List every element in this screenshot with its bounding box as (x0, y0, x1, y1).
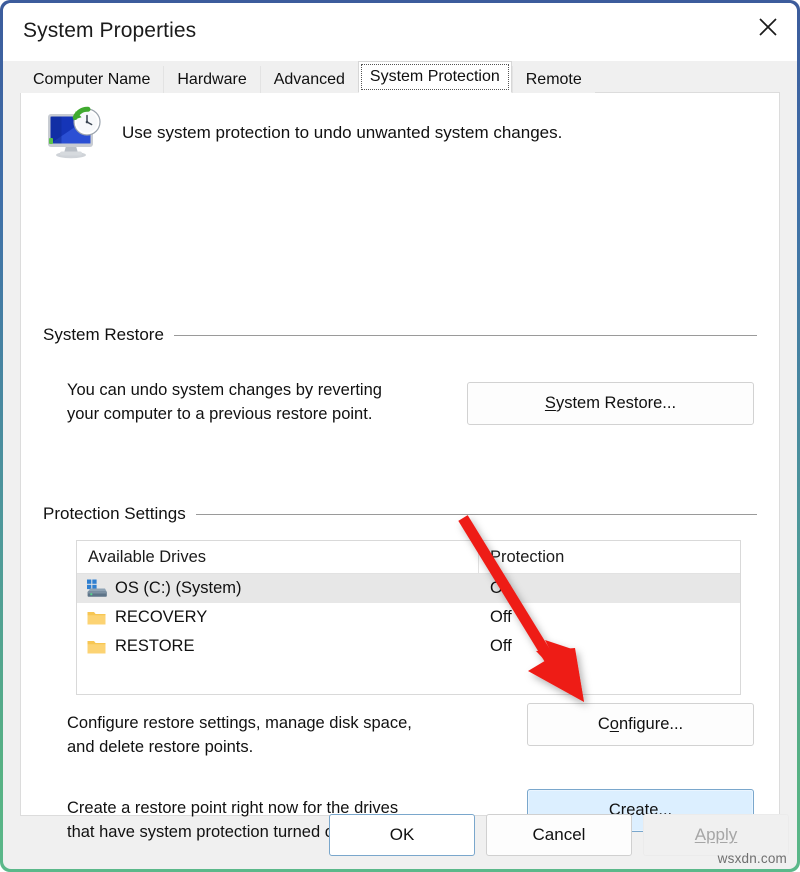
protection-state: Off (490, 637, 512, 655)
group-divider (173, 334, 757, 336)
tab-remote[interactable]: Remote (511, 66, 595, 93)
windows-drive-icon (86, 579, 108, 599)
table-row[interactable]: OS (C:) (System) On (77, 574, 740, 603)
tab-label: Hardware (177, 70, 247, 88)
column-header-protection[interactable]: Protection (479, 541, 740, 573)
group-protection-settings-header: Protection Settings (43, 504, 757, 524)
title-bar: System Properties (3, 3, 797, 61)
window-inner: System Properties Computer Name Hardware… (3, 3, 797, 869)
folder-icon (86, 637, 108, 657)
intro-row: Use system protection to undo unwanted s… (44, 105, 562, 161)
protection-state: On (490, 579, 513, 597)
apply-button: Apply (643, 814, 789, 856)
apply-label: Apply (694, 825, 738, 844)
group-label: System Restore (43, 325, 164, 344)
tab-strip[interactable]: Computer Name Hardware Advanced System P… (3, 61, 797, 93)
available-drives-list[interactable]: Available Drives Protection OS (C:) (Sys… (76, 540, 741, 695)
table-row[interactable]: RECOVERY Off (77, 603, 740, 632)
tab-label: Remote (525, 70, 582, 88)
description-line: You can undo system changes by reverting (67, 381, 382, 399)
tab-label: System Protection (369, 68, 500, 85)
tab-advanced[interactable]: Advanced (259, 66, 358, 93)
tab-system-protection[interactable]: System Protection (357, 61, 512, 93)
tab-computer-name[interactable]: Computer Name (20, 66, 164, 93)
close-icon[interactable] (739, 3, 797, 51)
group-label: Protection Settings (43, 504, 186, 523)
drive-cell: OS (C:) (System) (77, 579, 479, 599)
system-protection-icon (44, 105, 106, 161)
tab-hardware[interactable]: Hardware (163, 66, 260, 93)
button-label: System Restore... (544, 394, 677, 412)
list-header-row: Available Drives Protection (77, 541, 740, 574)
drive-name: RESTORE (115, 637, 195, 655)
tab-label: Computer Name (33, 70, 151, 88)
dialog-footer: OK Cancel Apply wsxdn.com (3, 801, 797, 869)
system-properties-window: System Properties Computer Name Hardware… (0, 0, 800, 872)
cancel-button[interactable]: Cancel (486, 814, 632, 856)
drive-name: RECOVERY (115, 608, 208, 626)
watermark: wsxdn.com (717, 851, 787, 866)
group-divider (195, 513, 757, 515)
window-title: System Properties (23, 19, 197, 42)
tab-page-system-protection: Use system protection to undo unwanted s… (20, 93, 780, 841)
ok-button[interactable]: OK (329, 814, 475, 856)
folder-icon (86, 608, 108, 628)
protection-state: Off (490, 608, 512, 626)
tab-label: Advanced (273, 70, 345, 88)
system-restore-description: You can undo system changes by reverting… (67, 379, 487, 427)
configure-description: Configure restore settings, manage disk … (67, 712, 507, 760)
drive-cell: RESTORE (77, 637, 479, 657)
button-label: Configure... (597, 715, 684, 733)
table-row[interactable]: RESTORE Off (77, 632, 740, 661)
intro-text: Use system protection to undo unwanted s… (122, 123, 563, 142)
system-restore-button[interactable]: System Restore... (467, 382, 754, 425)
configure-button[interactable]: Configure... (527, 703, 754, 746)
description-line: Configure restore settings, manage disk … (67, 714, 412, 732)
description-line: and delete restore points. (67, 737, 254, 756)
drive-cell: RECOVERY (77, 608, 479, 628)
drive-name: OS (C:) (System) (115, 579, 242, 597)
column-header-available-drives[interactable]: Available Drives (77, 541, 479, 573)
group-system-restore-header: System Restore (43, 325, 757, 345)
description-line: your computer to a previous restore poin… (67, 404, 373, 423)
